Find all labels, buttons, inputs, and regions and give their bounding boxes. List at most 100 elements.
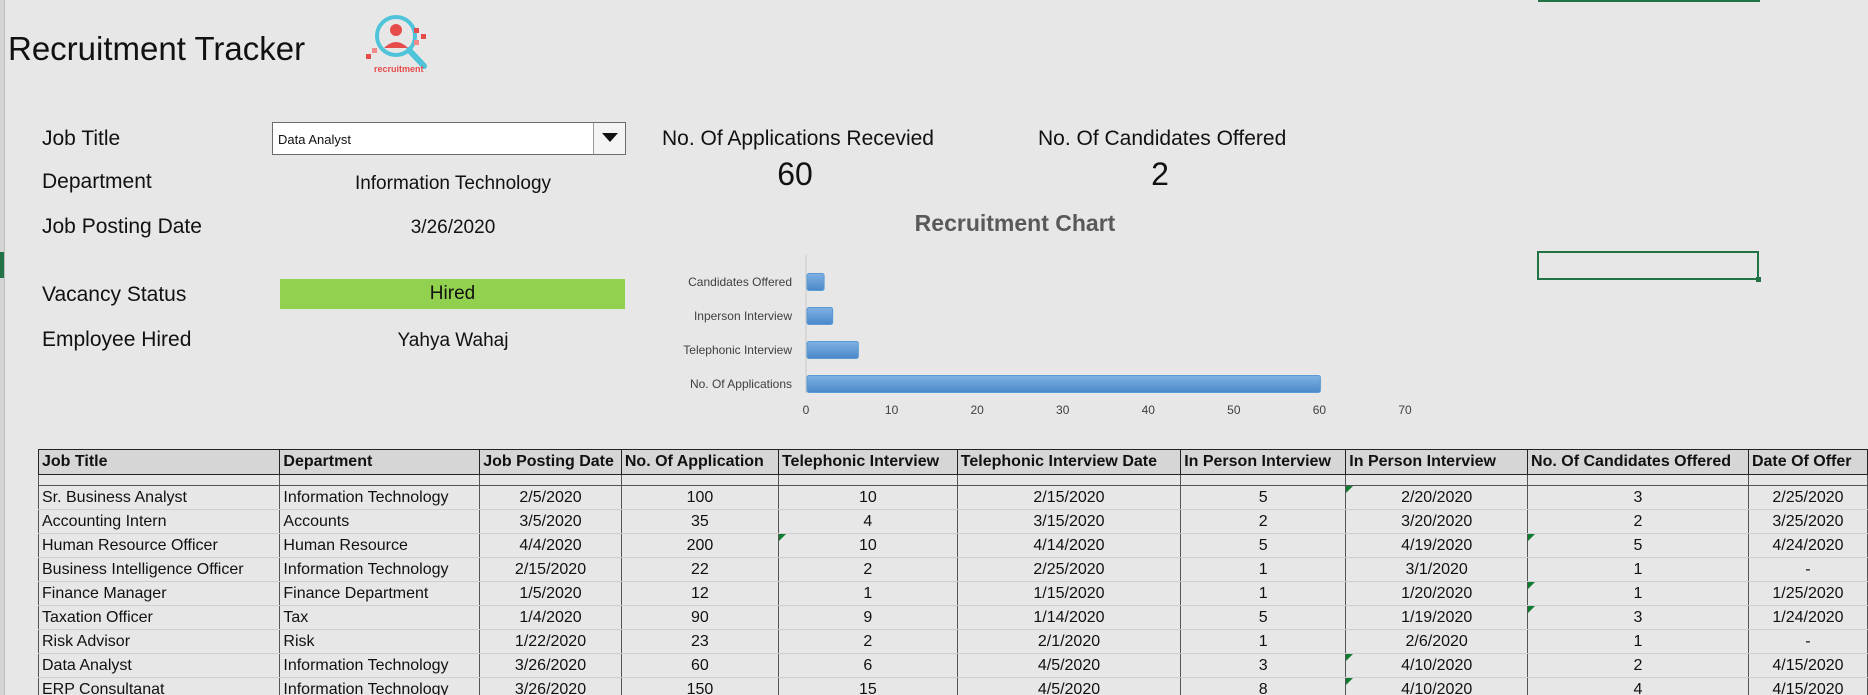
table-cell[interactable]: 100 [620, 485, 779, 510]
table-cell[interactable]: 4 [1527, 677, 1749, 695]
table-cell[interactable]: 60 [620, 653, 779, 678]
table-cell[interactable]: 4/10/2020 [1345, 653, 1529, 678]
table-cell[interactable]: 4/15/2020 [1747, 677, 1868, 695]
table-cell[interactable]: 1 [1527, 629, 1749, 654]
table-cell[interactable]: 1/20/2020 [1345, 581, 1529, 606]
table-row[interactable]: Finance Manager Finance Department 1/5/202… [38, 581, 1868, 606]
table-cell[interactable]: Information Technology [279, 485, 481, 510]
table-cell[interactable]: Data Analyst [38, 653, 281, 678]
table-cell[interactable]: 8 [1180, 677, 1347, 695]
table-cell[interactable]: 10 [777, 485, 958, 510]
table-cell[interactable]: Information Technology [279, 677, 481, 695]
table-cell[interactable]: 3 [1180, 653, 1347, 678]
column-header[interactable]: Date Of Offer [1747, 449, 1868, 475]
table-cell[interactable]: 2/20/2020 [1345, 485, 1529, 510]
table-cell[interactable]: 2/5/2020 [479, 485, 622, 510]
table-cell[interactable]: 3/25/2020 [1747, 509, 1868, 534]
table-cell[interactable]: 22 [620, 557, 779, 582]
table-cell[interactable]: 2 [777, 557, 958, 582]
table-row[interactable]: Business Intelligence Officer Information… [38, 557, 1868, 582]
column-header[interactable]: In Person Interview [1180, 449, 1347, 475]
table-cell[interactable]: 10 [777, 533, 958, 558]
table-cell[interactable]: Business Intelligence Officer [38, 557, 281, 582]
table-cell[interactable]: 1/22/2020 [479, 629, 622, 654]
table-cell[interactable]: Information Technology [279, 653, 481, 678]
table-cell[interactable] [956, 474, 1182, 486]
table-cell[interactable] [1527, 474, 1749, 486]
table-cell[interactable] [1345, 474, 1529, 486]
dropdown-button[interactable] [593, 123, 625, 154]
table-cell[interactable]: 4/19/2020 [1345, 533, 1529, 558]
table-cell[interactable]: Sr. Business Analyst [38, 485, 281, 510]
job-title-dropdown[interactable]: Data Analyst [272, 122, 626, 155]
table-cell[interactable]: 4/5/2020 [956, 653, 1182, 678]
table-cell[interactable]: Finance Manager [38, 581, 281, 606]
column-header[interactable]: Job Posting Date [479, 449, 622, 475]
table-cell[interactable]: 5 [1180, 533, 1347, 558]
table-cell[interactable]: - [1747, 629, 1868, 654]
table-cell[interactable]: 2 [777, 629, 958, 654]
table-cell[interactable]: 1 [1180, 629, 1347, 654]
table-cell[interactable]: Risk [279, 629, 481, 654]
table-cell[interactable]: 4/10/2020 [1345, 677, 1529, 695]
table-cell[interactable]: 3 [1527, 485, 1749, 510]
table-row[interactable]: Accounting Intern Accounts 3/5/2020 35 4 3/15… [38, 509, 1868, 534]
table-cell[interactable]: 4/5/2020 [956, 677, 1182, 695]
column-header[interactable]: No. Of Candidates Offered [1527, 449, 1749, 475]
table-cell[interactable]: 23 [620, 629, 779, 654]
table-cell[interactable]: 2/25/2020 [1747, 485, 1868, 510]
table-cell[interactable]: Accounting Intern [38, 509, 281, 534]
table-cell[interactable]: 1/24/2020 [1747, 605, 1868, 630]
table-cell[interactable]: 1/19/2020 [1345, 605, 1529, 630]
table-cell[interactable]: Taxation Officer [38, 605, 281, 630]
table-cell[interactable] [1747, 474, 1868, 486]
column-header[interactable]: Telephonic Interview Date [956, 449, 1182, 475]
table-cell[interactable]: 12 [620, 581, 779, 606]
table-cell[interactable] [777, 474, 958, 486]
table-cell[interactable] [479, 474, 622, 486]
table-cell[interactable]: 5 [1180, 605, 1347, 630]
table-cell[interactable]: 3/1/2020 [1345, 557, 1529, 582]
table-cell[interactable]: Human Resource Officer [38, 533, 281, 558]
table-cell[interactable]: 35 [620, 509, 779, 534]
table-cell[interactable]: 3/26/2020 [479, 653, 622, 678]
table-cell[interactable]: 1/4/2020 [479, 605, 622, 630]
table-row[interactable]: Human Resource Officer Human Resource 4/4/… [38, 533, 1868, 558]
table-cell[interactable]: 200 [620, 533, 779, 558]
table-cell[interactable]: 2/1/2020 [956, 629, 1182, 654]
table-cell[interactable]: 4/14/2020 [956, 533, 1182, 558]
table-cell[interactable] [620, 474, 779, 486]
table-row[interactable]: ERP Consultanat Information Technology 3/2… [38, 677, 1868, 695]
table-cell[interactable]: 90 [620, 605, 779, 630]
table-cell[interactable]: 1 [777, 581, 958, 606]
table-cell[interactable]: 2/15/2020 [479, 557, 622, 582]
table-cell[interactable]: 9 [777, 605, 958, 630]
column-header[interactable]: Telephonic Interview [777, 449, 958, 475]
column-header[interactable]: In Person Interview [1345, 449, 1529, 475]
table-cell[interactable]: 1/15/2020 [956, 581, 1182, 606]
table-cell[interactable]: Information Technology [279, 557, 481, 582]
table-cell[interactable]: 4 [777, 509, 958, 534]
table-row[interactable]: Risk Advisor Risk 1/22/2020 23 2 2/1/2020 1 2/6… [38, 629, 1868, 654]
table-cell[interactable] [279, 474, 481, 486]
table-cell[interactable]: 1/25/2020 [1747, 581, 1868, 606]
table-cell[interactable]: 150 [620, 677, 779, 695]
table-cell[interactable]: - [1747, 557, 1868, 582]
table-cell[interactable]: 1/5/2020 [479, 581, 622, 606]
table-cell[interactable]: 1 [1180, 581, 1347, 606]
selected-cell[interactable] [1537, 251, 1761, 282]
table-cell[interactable]: 2 [1527, 653, 1749, 678]
table-cell[interactable]: 4/4/2020 [479, 533, 622, 558]
table-cell[interactable]: Accounts [279, 509, 481, 534]
table-cell[interactable] [38, 474, 281, 486]
table-cell[interactable]: 3/26/2020 [479, 677, 622, 695]
table-row[interactable]: Data Analyst Information Technology 3/26/2… [38, 653, 1868, 678]
table-cell[interactable]: Finance Department [279, 581, 481, 606]
table-cell[interactable]: 6 [777, 653, 958, 678]
table-cell[interactable]: 3/15/2020 [956, 509, 1182, 534]
table-cell[interactable]: Risk Advisor [38, 629, 281, 654]
table-row[interactable]: Sr. Business Analyst Information Technolo… [38, 485, 1868, 510]
table-cell[interactable]: Human Resource [279, 533, 481, 558]
table-cell[interactable]: 5 [1527, 533, 1749, 558]
table-cell[interactable]: 3/5/2020 [479, 509, 622, 534]
